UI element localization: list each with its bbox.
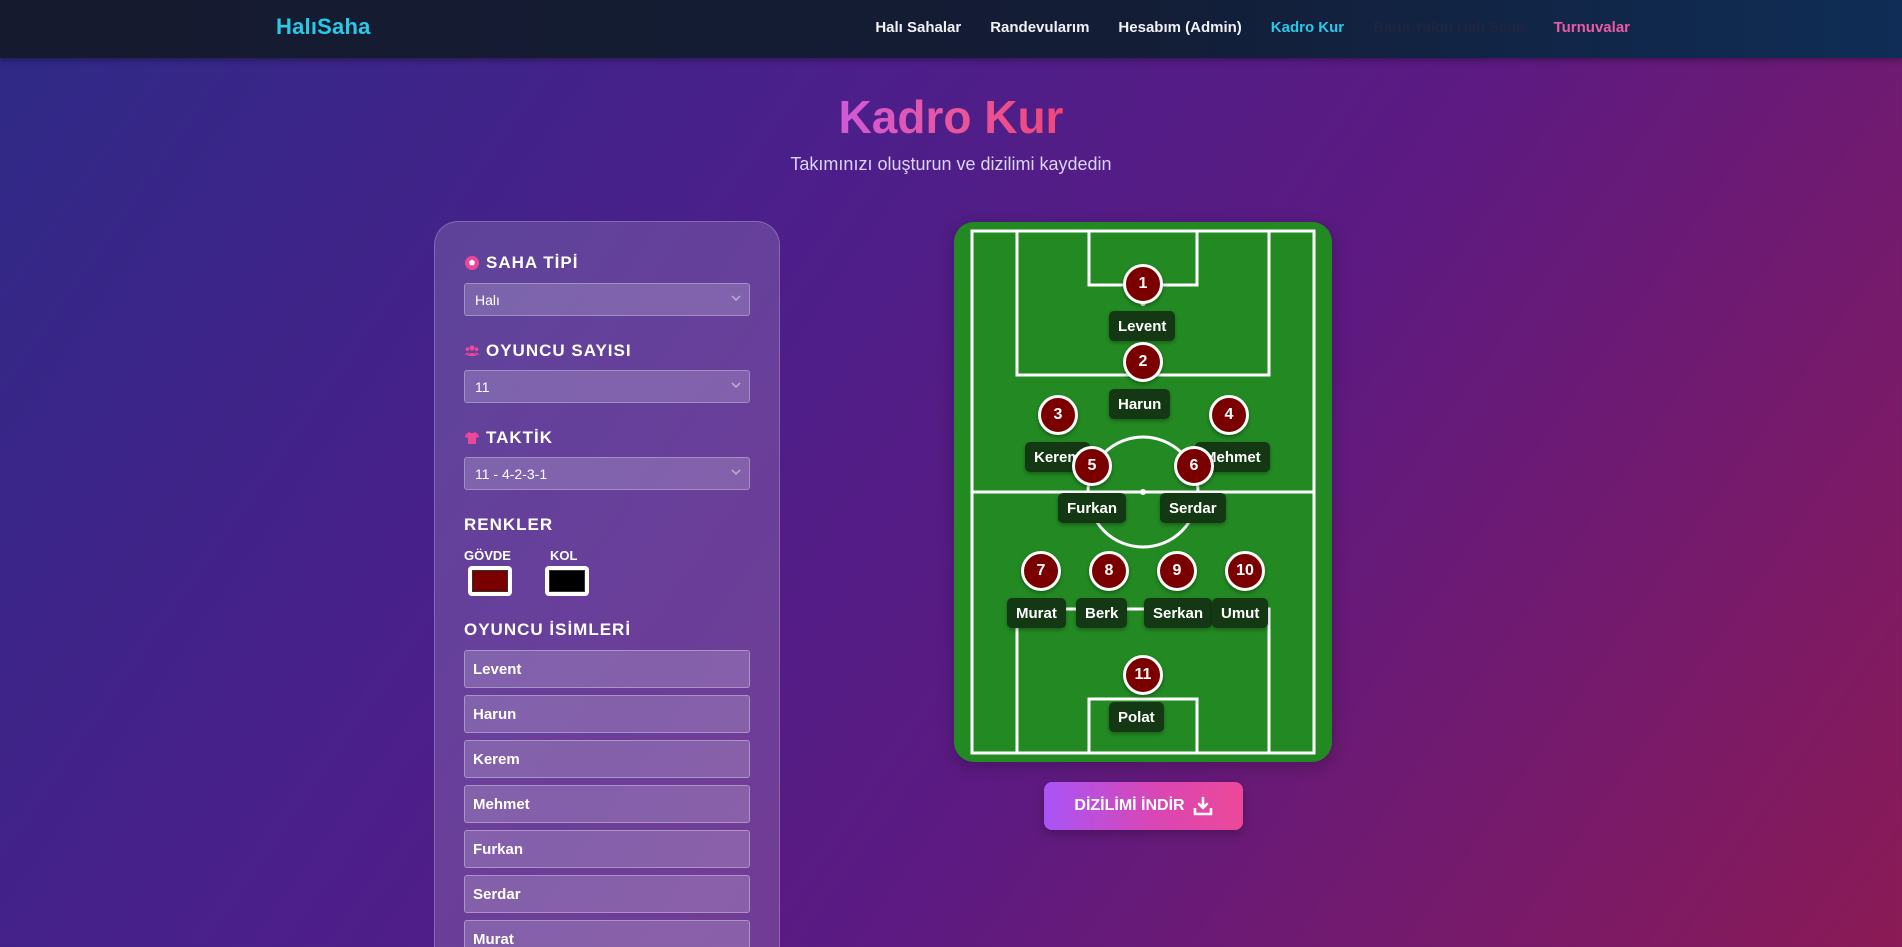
field-type-label: SAHA TİPİ xyxy=(464,253,578,273)
player-name-input-2[interactable]: Harun xyxy=(464,695,750,733)
player-name-label-7: Murat xyxy=(1007,598,1066,628)
settings-panel: SAHA TİPİ Halı OYUNCU SAYISI 11 TAKTİK 1… xyxy=(434,221,780,947)
field-type-select[interactable]: Halı xyxy=(464,283,750,316)
player-name-label-10: Umut xyxy=(1212,598,1269,628)
player-marker-1[interactable]: 1 xyxy=(1123,264,1163,304)
player-marker-2[interactable]: 2 xyxy=(1123,342,1163,382)
player-name-input-3[interactable]: Kerem xyxy=(464,740,750,778)
player-marker-6[interactable]: 6 xyxy=(1174,446,1214,486)
nav-link-hali-sahalar[interactable]: Halı Sahalar xyxy=(875,19,961,36)
chevron-down-icon xyxy=(731,469,741,476)
player-marker-3[interactable]: 3 xyxy=(1038,395,1078,435)
body-color-fill xyxy=(472,570,508,592)
shirt-icon xyxy=(465,432,479,444)
player-name-input-5[interactable]: Furkan xyxy=(464,830,750,868)
body-color-label: GÖVDE xyxy=(464,548,511,563)
player-marker-5[interactable]: 5 xyxy=(1072,446,1112,486)
player-name-label-5: Furkan xyxy=(1058,493,1127,523)
player-marker-7[interactable]: 7 xyxy=(1021,551,1061,591)
chevron-down-icon xyxy=(731,382,741,389)
sleeve-color-picker[interactable] xyxy=(545,566,589,596)
player-marker-11[interactable]: 11 xyxy=(1123,655,1163,695)
player-name-label-2: Harun xyxy=(1109,389,1171,419)
tactic-label: TAKTİK xyxy=(464,428,553,448)
player-name-label-9: Serkan xyxy=(1144,598,1213,628)
nav-link-hesabim[interactable]: Hesabım (Admin) xyxy=(1118,19,1241,36)
tactic-select[interactable]: 11 - 4-2-3-1 xyxy=(464,457,750,490)
page-subtitle: Takımınızı oluşturun ve dizilimi kaydedi… xyxy=(790,154,1112,174)
player-name-label-8: Berk xyxy=(1076,598,1128,628)
player-name-input-6[interactable]: Serdar xyxy=(464,875,750,913)
nav-link-bana-yakin[interactable]: Bana Yakın Halı Saha xyxy=(1373,19,1524,36)
player-marker-4[interactable]: 4 xyxy=(1209,395,1249,435)
player-name-label-6: Serdar xyxy=(1160,493,1226,523)
download-button-label: DİZİLİMİ İNDİR xyxy=(1074,797,1185,814)
sleeve-color-label: KOL xyxy=(550,548,578,563)
nav-link-kadro-kur[interactable]: Kadro Kur xyxy=(1271,19,1344,36)
player-marker-10[interactable]: 10 xyxy=(1225,551,1265,591)
nav-link-turnuvalar[interactable]: Turnuvalar xyxy=(1554,19,1630,36)
page-title: Kadro Kur xyxy=(838,91,1064,143)
player-names-label: OYUNCU İSİMLERİ xyxy=(464,620,632,639)
player-count-select[interactable]: 11 xyxy=(464,370,750,403)
colors-label: RENKLER xyxy=(464,515,554,534)
player-name-input-1[interactable]: Levent xyxy=(464,650,750,688)
player-marker-8[interactable]: 8 xyxy=(1089,551,1129,591)
download-formation-button[interactable]: DİZİLİMİ İNDİR xyxy=(1044,782,1243,830)
player-name-input-7[interactable]: Murat xyxy=(464,920,750,947)
player-marker-9[interactable]: 9 xyxy=(1157,551,1197,591)
player-count-label: OYUNCU SAYISI xyxy=(464,341,632,361)
download-icon xyxy=(1193,796,1212,816)
users-icon xyxy=(464,345,480,356)
player-name-input-4[interactable]: Mehmet xyxy=(464,785,750,823)
soccer-ball-icon xyxy=(465,256,479,270)
pitch: Levent 1 Harun 2 Kerem 3 Mehmet 4 Furkan… xyxy=(954,222,1332,762)
brand-logo[interactable]: HalıSaha xyxy=(276,14,371,40)
sleeve-color-fill xyxy=(549,570,585,592)
body-color-picker[interactable] xyxy=(468,566,512,596)
player-name-label-1: Levent xyxy=(1109,311,1176,341)
nav-links: Halı Sahalar Randevularım Hesabım (Admin… xyxy=(875,19,1630,36)
navbar: HalıSaha Halı Sahalar Randevularım Hesab… xyxy=(0,0,1902,58)
nav-link-randevularim[interactable]: Randevularım xyxy=(990,19,1089,36)
player-name-label-11: Polat xyxy=(1109,702,1164,732)
chevron-down-icon xyxy=(731,295,741,302)
